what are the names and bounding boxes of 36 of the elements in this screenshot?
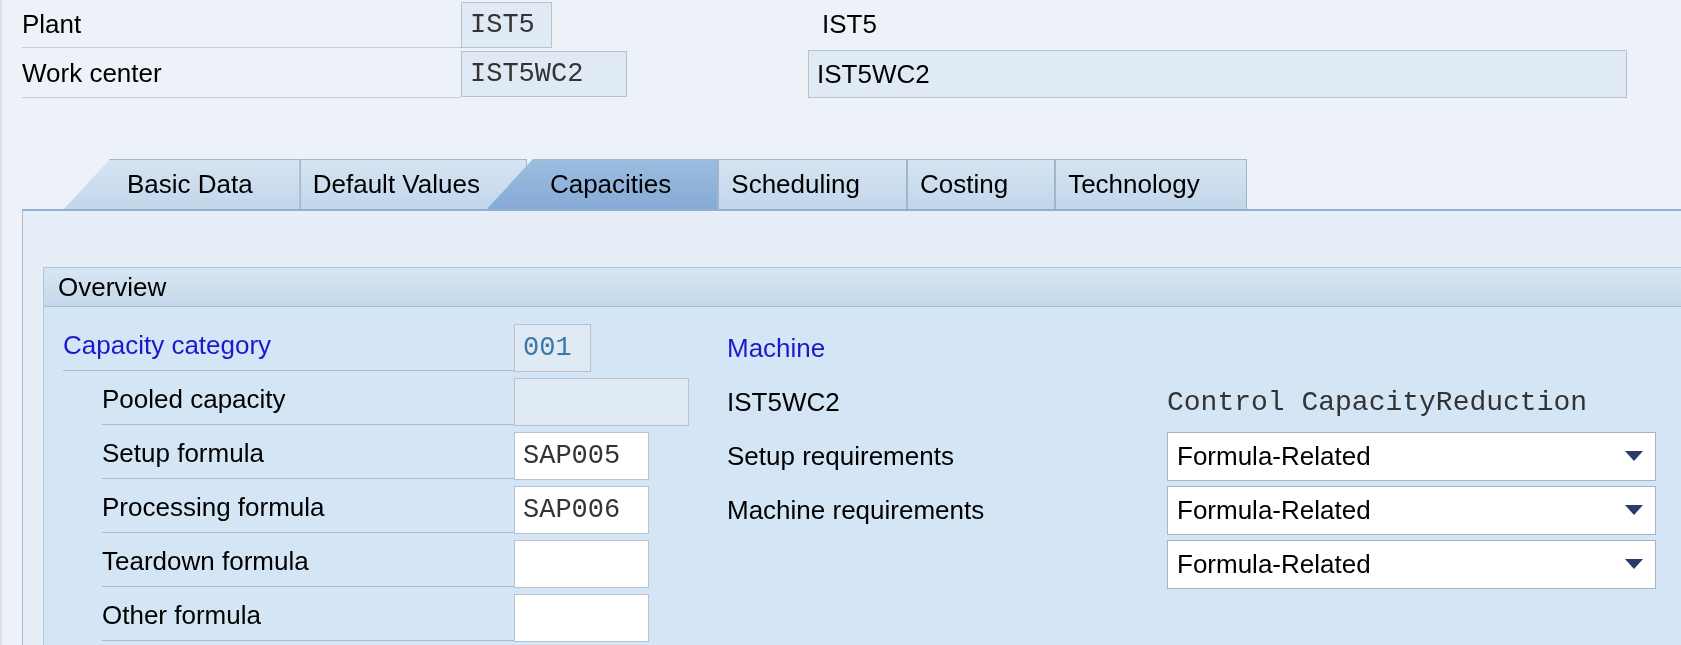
- readonly-field[interactable]: IST5: [461, 1, 552, 48]
- tab[interactable]: Costing: [906, 159, 1056, 209]
- description-field: IST5WC2: [808, 50, 1627, 98]
- dropdown[interactable]: Formula-Related: [1167, 431, 1656, 481]
- dropdown-caret-icon: [1625, 559, 1643, 569]
- tab[interactable]: Default Values: [299, 159, 527, 209]
- dropdown[interactable]: Formula-Related: [1167, 539, 1656, 589]
- dropdown-caret-icon: [1625, 451, 1643, 461]
- field-label[interactable]: Capacity category: [63, 330, 272, 361]
- dropdown[interactable]: Formula-Related: [1167, 485, 1656, 535]
- group-title: Overview: [44, 268, 1681, 307]
- column-header: Control CapacityReduction: [1167, 386, 1588, 418]
- readonly-field[interactable]: 001: [514, 324, 591, 372]
- field-label: Teardown formula: [102, 546, 309, 577]
- field-label: Setup formula: [102, 438, 264, 469]
- tab[interactable]: Capacities: [486, 159, 719, 209]
- field-label: Machine requirements: [727, 494, 985, 526]
- readonly-field[interactable]: IST5WC2: [461, 51, 627, 97]
- input-field[interactable]: [514, 540, 649, 588]
- input-field[interactable]: SAP006: [514, 486, 649, 534]
- dropdown-caret-icon: [1625, 505, 1643, 515]
- readonly-field[interactable]: [514, 378, 689, 426]
- input-field[interactable]: SAP005: [514, 432, 649, 480]
- description-text: IST5: [822, 9, 877, 41]
- field-label: Work center: [22, 58, 162, 89]
- tab[interactable]: Basic Data: [64, 159, 300, 209]
- field-label: Plant: [22, 8, 82, 40]
- machine-name: IST5WC2: [727, 386, 840, 418]
- section-heading: Machine: [727, 332, 826, 364]
- field-label: Setup requirements: [727, 440, 954, 472]
- field-label: Processing formula: [102, 492, 325, 523]
- tab[interactable]: Technology: [1055, 159, 1247, 209]
- field-label: Pooled capacity: [102, 384, 286, 415]
- field-label: Other formula: [102, 600, 261, 631]
- input-field[interactable]: [514, 594, 649, 642]
- tab[interactable]: Scheduling: [718, 159, 907, 209]
